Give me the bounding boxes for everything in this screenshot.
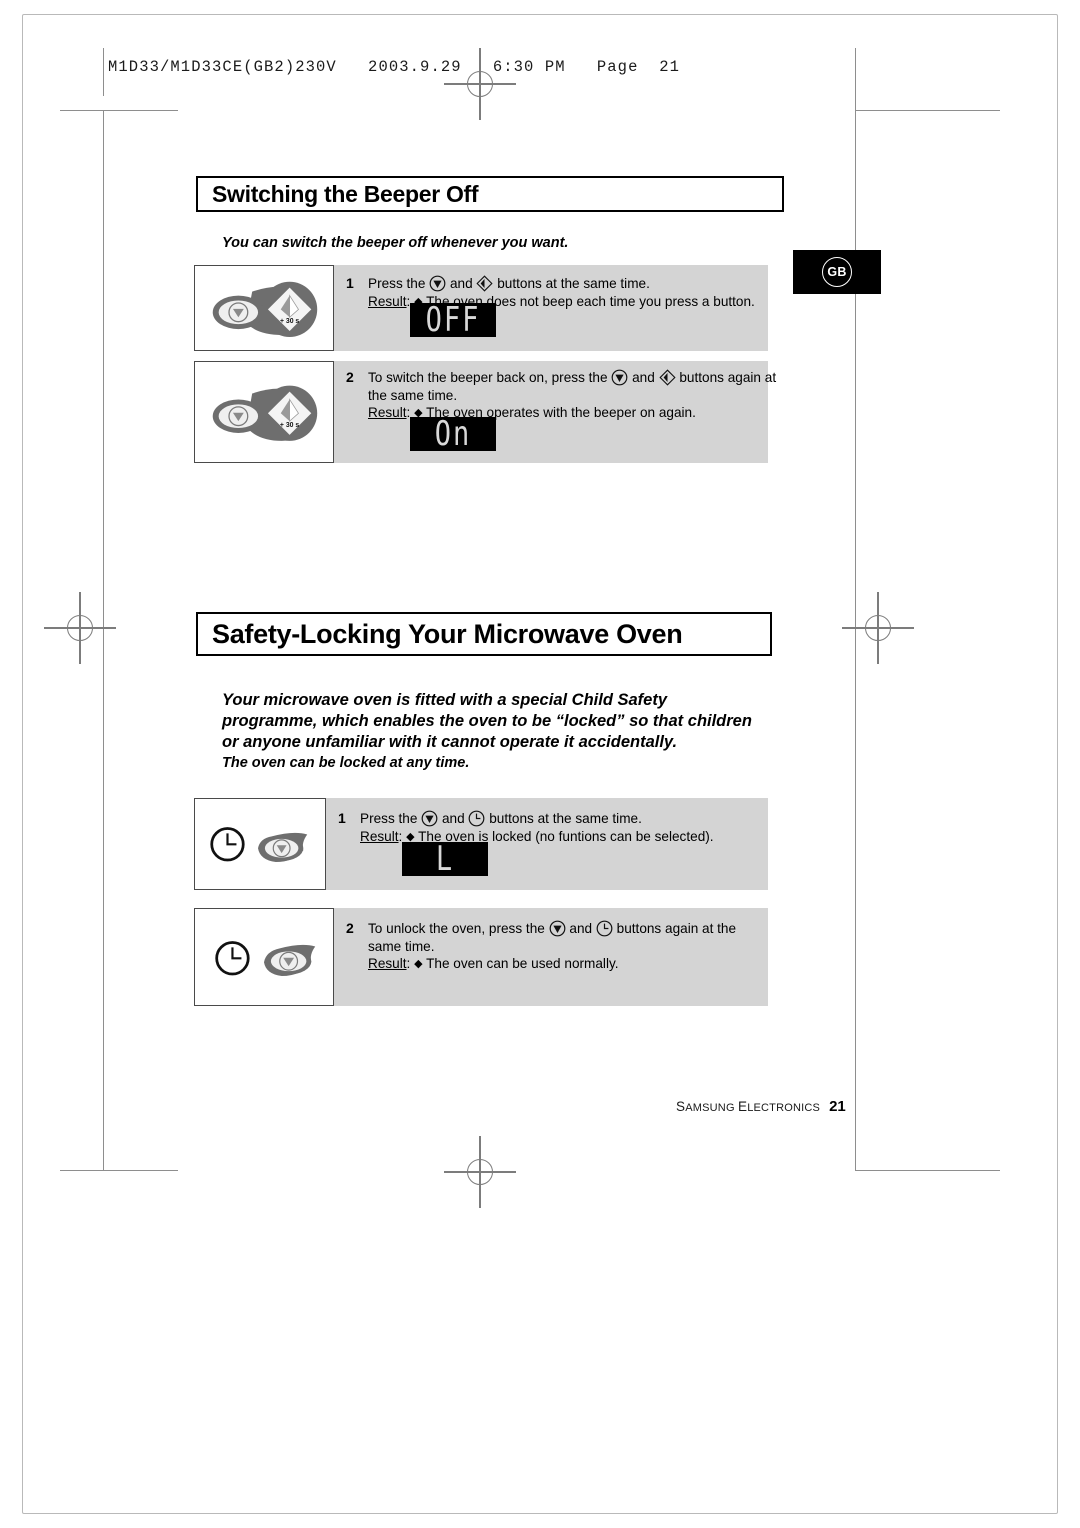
stop-triangle-icon	[429, 275, 446, 292]
step-text-before: To unlock the oven, press the	[368, 921, 545, 936]
registration-mark-right	[842, 592, 914, 664]
section-title-text: Safety-Locking Your Microwave Oven	[212, 618, 683, 649]
crop-line-bottom-right	[855, 1170, 1000, 1171]
step-text-area-beeper-1: 1 Press the and buttons at the same time…	[334, 265, 768, 351]
start-diamond-icon	[659, 369, 676, 386]
step-beeper-1: 1 Press the and buttons at the same time…	[346, 275, 755, 311]
result-label: Result	[368, 293, 407, 309]
step-body: To switch the beeper back on, press the …	[368, 369, 786, 423]
step-number: 2	[346, 920, 354, 936]
step-beeper-2: 2 To switch the beeper back on, press th…	[346, 369, 786, 423]
brand-e: E	[737, 1099, 748, 1114]
registration-circle	[865, 615, 891, 641]
oven-panel-illustration-beeper-2: + 30 s	[194, 361, 334, 463]
instruction-block-beeper-1: + 30 s 1 Press the and buttons at the sa…	[194, 265, 768, 351]
brand-amsung: AMSUNG	[685, 1102, 735, 1114]
section-title-text: Switching the Beeper Off	[212, 180, 479, 207]
lcd-display-on: On	[410, 414, 496, 454]
safety-lock-paragraph: Your microwave oven is fitted with a spe…	[222, 691, 752, 751]
step-text-mid: and	[449, 276, 473, 291]
header-rule	[103, 48, 104, 96]
oven-panel-illustration-lock-1	[194, 798, 326, 890]
section-heading-safety-lock: Safety-Locking Your Microwave Oven	[196, 612, 772, 656]
stop-triangle-icon	[421, 810, 438, 827]
gb-region-badge: GB	[793, 250, 881, 294]
section-heading-beeper: Switching the Beeper Off	[196, 176, 784, 212]
lcd-text: OFF	[425, 300, 481, 340]
svg-text:+ 30 s: + 30 s	[280, 318, 299, 325]
step-text-mid: and	[569, 921, 593, 936]
safety-lock-intro-text: The oven can be locked at any time.	[222, 755, 470, 771]
step-text-area-beeper-2: 2 To switch the beeper back on, press th…	[334, 361, 776, 463]
result-colon: :	[406, 956, 411, 971]
gb-badge-label: GB	[822, 257, 852, 287]
registration-circle	[67, 615, 93, 641]
step-text-before: Press the	[368, 276, 426, 291]
stop-triangle-icon	[549, 920, 566, 937]
brand-lectronics: LECTRONICS	[747, 1102, 821, 1114]
print-header-text: M1D33/M1D33CE(GB2)230V 2003.9.29 6:30 PM…	[108, 58, 681, 76]
page-footer: SAMSUNG ELECTRONICS 21	[676, 1098, 846, 1115]
lcd-display-locked: L	[402, 839, 488, 879]
step-text-area-lock-1: 1 Press the and buttons at the same time…	[326, 798, 768, 890]
brand-text: SAMSUNG ELECTRONICS	[676, 1099, 820, 1114]
brand-s: S	[676, 1099, 686, 1114]
instruction-block-lock-1: 1 Press the and buttons at the same time…	[194, 798, 768, 890]
control-buttons-diagram: + 30 s	[212, 385, 318, 441]
step-body: Press the and buttons at the same time. …	[360, 810, 714, 846]
step-text-before: Press the	[360, 811, 418, 826]
bullet-diamond-icon: ◆	[406, 830, 415, 843]
svg-text:+ 30 s: + 30 s	[280, 422, 299, 429]
result-label: Result	[368, 956, 407, 971]
lcd-text: On	[434, 414, 472, 454]
step-text-before: To switch the beeper back on, press the	[368, 370, 608, 385]
lcd-display-off: OFF	[410, 300, 496, 340]
crop-line-top-left	[60, 110, 178, 111]
step-text-mid: and	[632, 370, 655, 385]
oven-panel-illustration-lock-2	[194, 908, 334, 1006]
beeper-intro-text: You can switch the beeper off whenever y…	[222, 235, 569, 251]
step-number: 1	[338, 810, 346, 826]
start-diamond-icon	[476, 275, 494, 292]
bullet-diamond-icon: ◆	[414, 958, 423, 970]
result-text: The oven can be used normally.	[426, 956, 619, 971]
lcd-text: L	[435, 839, 455, 879]
control-buttons-diagram: + 30 s	[212, 281, 318, 337]
result-label: Result	[360, 828, 399, 844]
registration-circle	[467, 1159, 493, 1185]
registration-mark-bottom	[444, 1136, 516, 1208]
step-text-after: buttons at the same time.	[497, 276, 650, 291]
step-number: 1	[346, 275, 354, 291]
result-label: Result	[368, 405, 407, 420]
clock-icon	[468, 810, 485, 827]
clock-icon	[596, 920, 613, 937]
step-lock-2: 2 To unlock the oven, press the and butt…	[346, 920, 746, 974]
registration-mark-left	[44, 592, 116, 664]
instruction-block-lock-2: 2 To unlock the oven, press the and butt…	[194, 908, 768, 1006]
step-number: 2	[346, 369, 354, 385]
control-buttons-diagram	[210, 827, 308, 863]
instruction-block-beeper-2: + 30 s 2 To switch the beeper back on, p…	[194, 361, 776, 463]
oven-panel-illustration-beeper-1: + 30 s	[194, 265, 334, 351]
page-number: 21	[829, 1098, 846, 1115]
step-body: To unlock the oven, press the and button…	[368, 920, 746, 974]
stop-triangle-icon	[611, 369, 628, 386]
step-text-area-lock-2: 2 To unlock the oven, press the and butt…	[334, 908, 768, 1006]
control-buttons-diagram	[215, 941, 316, 977]
step-lock-1: 1 Press the and buttons at the same time…	[338, 810, 714, 846]
crop-line-bottom-left	[60, 1170, 178, 1171]
crop-line-top-right	[855, 110, 1000, 111]
step-text-mid: and	[441, 811, 465, 826]
step-text-after: buttons at the same time.	[489, 811, 642, 826]
